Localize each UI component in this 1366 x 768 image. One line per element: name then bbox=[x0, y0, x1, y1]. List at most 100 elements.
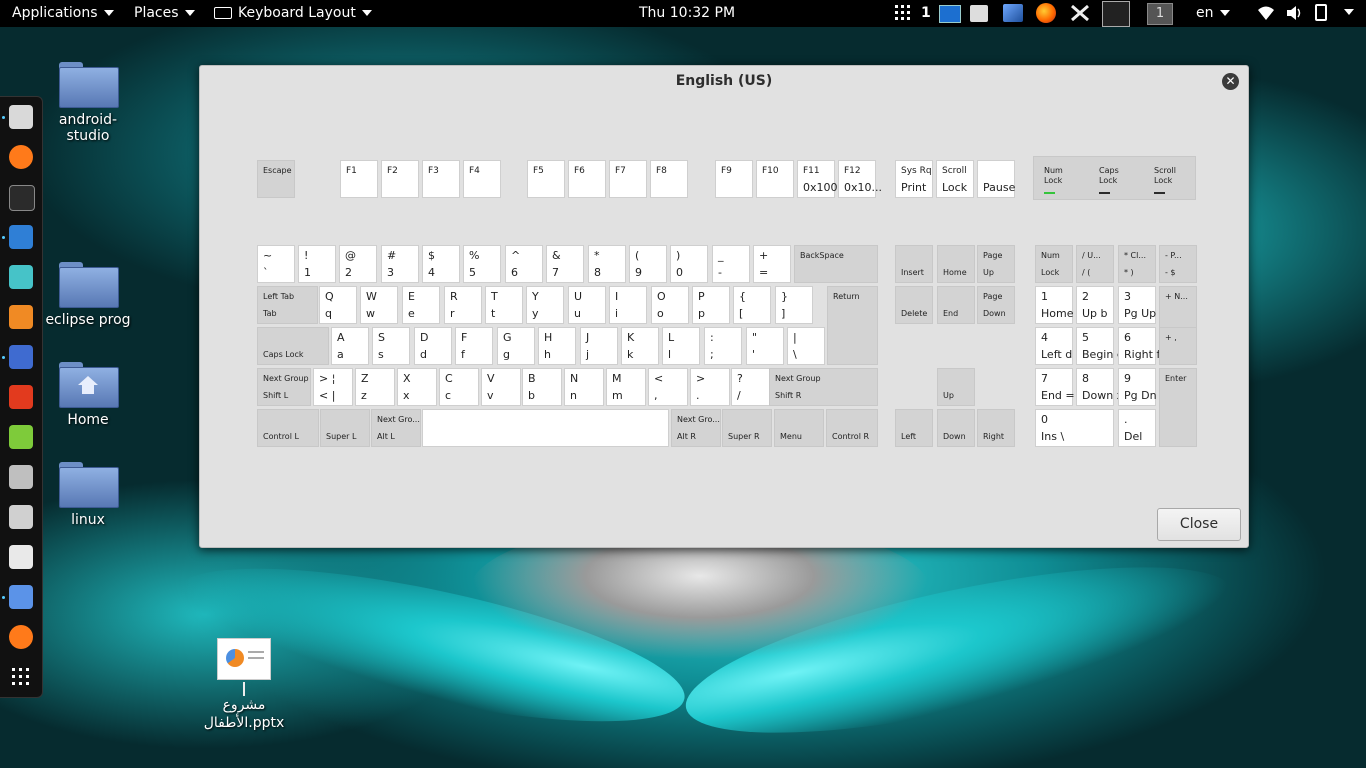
key-x[interactable]: Xx bbox=[397, 368, 437, 406]
app-grid-icon[interactable] bbox=[9, 665, 33, 689]
key-l[interactable]: Ll bbox=[662, 327, 700, 365]
applications-menu[interactable]: Applications bbox=[12, 0, 114, 27]
key-up[interactable]: Up bbox=[937, 368, 975, 406]
key-f8[interactable]: F8 bbox=[650, 160, 688, 198]
key-o[interactable]: Oo bbox=[651, 286, 689, 324]
battery-icon[interactable] bbox=[1315, 4, 1327, 21]
workspace-number[interactable]: 1 bbox=[921, 0, 931, 27]
key-symbol[interactable]: (9 bbox=[629, 245, 667, 283]
key-control-l[interactable]: Control L bbox=[257, 409, 319, 447]
key-1[interactable]: 1 Home a bbox=[1035, 286, 1084, 324]
places-menu[interactable]: Places bbox=[134, 0, 195, 27]
key-symbol[interactable]: | \ bbox=[787, 327, 825, 365]
key-0[interactable]: 0 Ins \ bbox=[1035, 409, 1114, 447]
tools-icon[interactable] bbox=[9, 545, 33, 569]
key-g[interactable]: Gg bbox=[497, 327, 535, 365]
key-symbol[interactable]: $4 bbox=[422, 245, 460, 283]
key-home[interactable]: Home bbox=[937, 245, 975, 283]
key-j[interactable]: Jj bbox=[580, 327, 618, 365]
close-button[interactable]: Close bbox=[1157, 508, 1241, 541]
key-5[interactable]: 5 Begin e bbox=[1076, 327, 1124, 365]
key-q[interactable]: Qq bbox=[319, 286, 357, 324]
key-symbol[interactable]: . Del bbox=[1118, 409, 1156, 447]
power-menu[interactable] bbox=[1338, 4, 1358, 24]
key-f3[interactable]: F3 bbox=[422, 160, 460, 198]
vlc-icon[interactable] bbox=[9, 465, 33, 489]
key-symbol[interactable]: <, bbox=[648, 368, 688, 406]
user-icon[interactable] bbox=[9, 265, 33, 289]
key-p[interactable]: - P... - $ bbox=[1159, 245, 1197, 283]
key-f7[interactable]: F7 bbox=[609, 160, 647, 198]
key-super-l[interactable]: Super L bbox=[320, 409, 370, 447]
key-symbol[interactable]: :; bbox=[704, 327, 742, 365]
key-h[interactable]: Hh bbox=[538, 327, 576, 365]
key-d[interactable]: Dd bbox=[414, 327, 452, 365]
key-down[interactable]: Down bbox=[937, 409, 975, 447]
key-symbol[interactable]: ~ ` bbox=[257, 245, 295, 283]
printer-tray-icon[interactable] bbox=[1102, 1, 1130, 27]
firefox-tray-icon[interactable] bbox=[1036, 3, 1056, 23]
key-symbol[interactable]: }] bbox=[775, 286, 813, 324]
key-s[interactable]: Ss bbox=[372, 327, 410, 365]
workspace-grid-icon[interactable] bbox=[894, 3, 916, 23]
desktop-icon-linux[interactable]: linux bbox=[38, 462, 138, 528]
key-m[interactable]: Mm bbox=[606, 368, 646, 406]
key-escape[interactable]: Escape bbox=[257, 160, 295, 198]
key-symbol[interactable]: % 5 bbox=[463, 245, 501, 283]
file-manager-icon[interactable] bbox=[9, 105, 33, 129]
key-super-r[interactable]: Super R bbox=[722, 409, 772, 447]
key-f10[interactable]: F10 bbox=[756, 160, 794, 198]
key-caps-lock[interactable]: Caps Lock bbox=[257, 327, 329, 365]
key-control-r[interactable]: Control R bbox=[826, 409, 878, 447]
key-delete[interactable]: Delete bbox=[895, 286, 933, 324]
key-b[interactable]: Bb bbox=[522, 368, 562, 406]
key-symbol[interactable]: ) 0 bbox=[670, 245, 708, 283]
leafpad-icon[interactable] bbox=[9, 425, 33, 449]
key-f9[interactable]: F9 bbox=[715, 160, 753, 198]
key-right[interactable]: Right bbox=[977, 409, 1015, 447]
desktop-icon-pptx[interactable]: مشروع الأطفال.pptx bbox=[194, 638, 294, 732]
faraday-icon[interactable] bbox=[9, 385, 33, 409]
key-menu[interactable]: Menu bbox=[774, 409, 824, 447]
key-f11[interactable]: F11 0x100... bbox=[797, 160, 848, 198]
key-symbol[interactable]: ^ 6 bbox=[505, 245, 543, 283]
key-f5[interactable]: F5 bbox=[527, 160, 565, 198]
key-f12[interactable]: F12 0x10... bbox=[838, 160, 882, 198]
network-icon[interactable] bbox=[9, 585, 33, 609]
key-next-gro[interactable]: Next Gro... Alt L bbox=[371, 409, 421, 447]
firefox-icon[interactable] bbox=[9, 145, 33, 169]
key-next-group[interactable]: Next Group Shift L bbox=[257, 368, 311, 406]
key-3[interactable]: 3 Pg Up c bbox=[1118, 286, 1166, 324]
key-sys-rq[interactable]: Sys Rq Print bbox=[895, 160, 933, 198]
key-symbol[interactable]: " ' bbox=[746, 327, 784, 365]
desktop-icon-home[interactable]: Home bbox=[38, 362, 138, 428]
key-f4[interactable]: F4 bbox=[463, 160, 501, 198]
key-f2[interactable]: F2 bbox=[381, 160, 419, 198]
key-left-tab[interactable]: Left Tab Tab bbox=[257, 286, 318, 324]
key-2[interactable]: 2 Up b bbox=[1076, 286, 1114, 324]
key-symbol[interactable]: > ¦ < | bbox=[313, 368, 353, 406]
key-symbol[interactable]: * 8 bbox=[588, 245, 626, 283]
key-symbol[interactable]: #3 bbox=[381, 245, 419, 283]
wifi-icon[interactable] bbox=[1257, 4, 1279, 24]
screen-icon[interactable] bbox=[939, 5, 961, 23]
network-tray-icon[interactable] bbox=[1003, 4, 1023, 22]
key-symbol[interactable]: >. bbox=[690, 368, 730, 406]
key-scroll[interactable]: Scroll Lock bbox=[936, 160, 974, 198]
key-p[interactable]: Pp bbox=[692, 286, 730, 324]
key-v[interactable]: Vv bbox=[481, 368, 521, 406]
key-return[interactable]: Return bbox=[827, 286, 878, 365]
key-symbol[interactable]: {[ bbox=[733, 286, 771, 324]
key-y[interactable]: Yy bbox=[526, 286, 564, 324]
key-space[interactable] bbox=[422, 409, 669, 447]
key-next-group[interactable]: Next Group Shift R bbox=[769, 368, 878, 406]
key-symbol[interactable]: & 7 bbox=[546, 245, 584, 283]
key-u[interactable]: Uu bbox=[568, 286, 606, 324]
volume-icon[interactable] bbox=[1285, 4, 1307, 24]
key-symbol[interactable]: ! 1 bbox=[298, 245, 336, 283]
printer-icon[interactable] bbox=[9, 505, 33, 529]
key-pause[interactable]: Pause bbox=[977, 160, 1015, 198]
key-next-gro[interactable]: Next Gro... Alt R bbox=[671, 409, 721, 447]
metasploit-icon[interactable] bbox=[9, 225, 33, 249]
key-page[interactable]: Page Up bbox=[977, 245, 1015, 283]
